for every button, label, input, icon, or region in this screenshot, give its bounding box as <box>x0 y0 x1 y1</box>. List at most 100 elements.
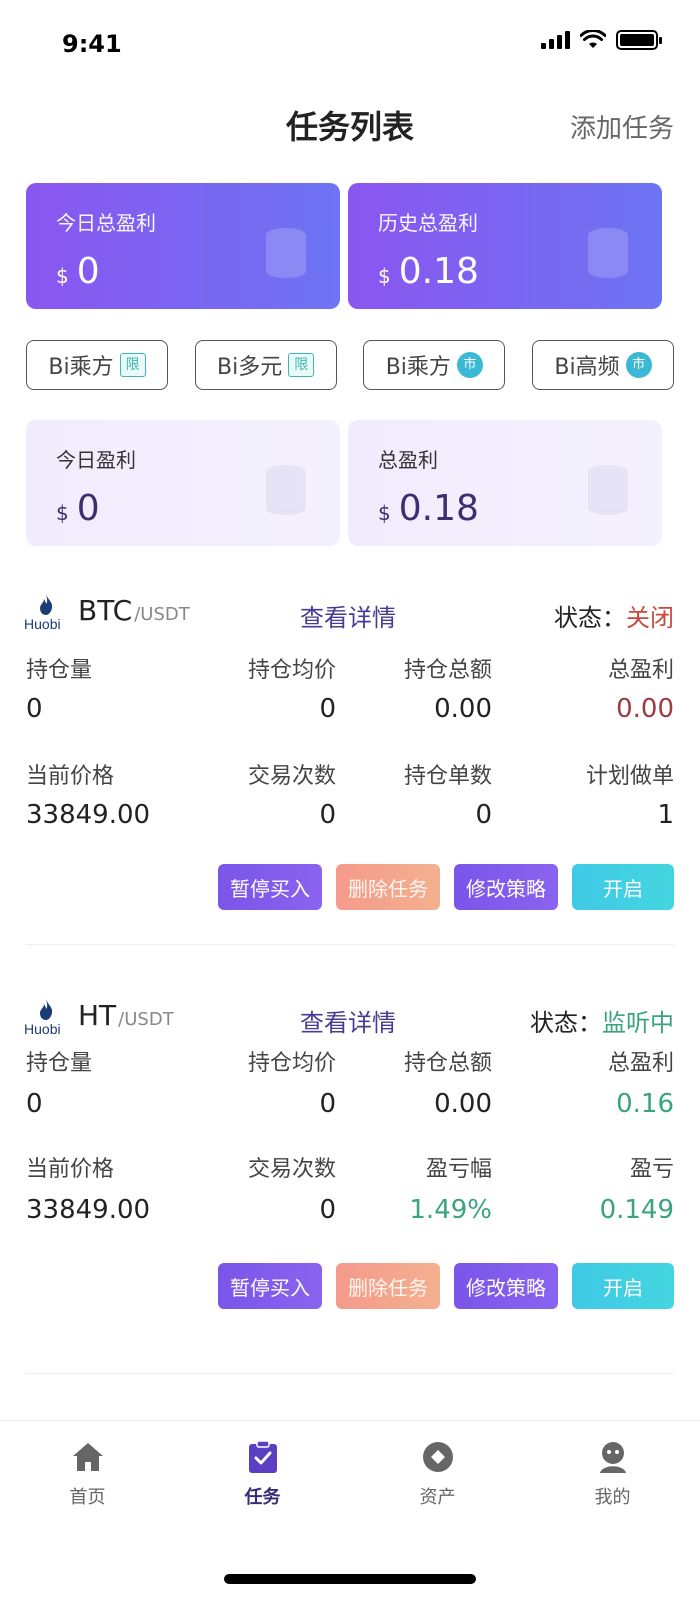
avg-price-value: 0 <box>319 694 336 724</box>
modify-strategy-button[interactable]: 修改策略 <box>454 864 558 910</box>
task-row1-values: 0 0 0.00 0.00 <box>26 694 674 734</box>
trade-count-label: 交易次数 <box>247 764 336 789</box>
strategy-button-bi-gaopin-market[interactable]: Bi高频 市 <box>531 340 674 390</box>
pnl-percent-value: 1.49% <box>409 1195 492 1225</box>
pause-buy-button[interactable]: 暂停买入 <box>218 1263 322 1309</box>
total-profit-card: 总盈利 $ 0.18 <box>348 420 662 546</box>
trade-count-value: 0 <box>319 800 336 830</box>
avg-price-value: 0 <box>319 1089 336 1119</box>
task-row1-values: 0 0 0.00 0.16 <box>26 1089 674 1129</box>
currency-symbol: $ <box>378 264 391 288</box>
task-row2-values: 33849.00 0 1.49% 0.149 <box>26 1195 674 1235</box>
task-clipboard-icon <box>245 1439 281 1475</box>
task-status: 状态：监听中 <box>530 1003 674 1038</box>
signal-icon <box>541 31 570 49</box>
task-row2-labels: 当前价格 交易次数 持仓单数 计划做单 <box>26 758 674 798</box>
bottom-tab-bar: 首页 任务 资产 我的 <box>0 1420 700 1530</box>
today-total-profit-card: 今日总盈利 $ 0 <box>26 183 340 309</box>
pause-buy-button[interactable]: 暂停买入 <box>218 864 322 910</box>
pnl-percent-label: 盈亏幅 <box>425 1157 492 1182</box>
tab-label: 资产 <box>419 1487 456 1508</box>
add-task-button[interactable]: 添加任务 <box>570 108 674 145</box>
wifi-icon <box>580 30 606 48</box>
home-indicator <box>224 1574 476 1584</box>
strategy-button-bi-duoyuan-limit[interactable]: Bi多元 限 <box>194 340 337 390</box>
pair-base: BTC <box>78 594 133 627</box>
task-header: Huobi BTC /USDT 查看详情 状态：关闭 <box>0 588 700 638</box>
card-amount: $ 0 <box>56 488 100 529</box>
card-label: 今日盈利 <box>56 448 136 472</box>
planned-orders-label: 计划做单 <box>585 764 674 789</box>
current-price-label: 当前价格 <box>26 1157 115 1182</box>
start-button[interactable]: 开启 <box>572 864 674 910</box>
card-value: 0.18 <box>398 488 479 529</box>
divider <box>26 1373 674 1374</box>
home-icon <box>70 1439 106 1475</box>
profile-icon <box>595 1439 631 1475</box>
huobi-logo: Huobi <box>24 594 70 634</box>
tab-task[interactable]: 任务 <box>175 1421 350 1530</box>
limit-tag: 限 <box>119 353 146 377</box>
modify-strategy-button[interactable]: 修改策略 <box>454 1263 558 1309</box>
strategy-button-bi-chengfang-market[interactable]: Bi乘方 市 <box>363 340 506 390</box>
avg-price-label: 持仓均价 <box>247 658 336 683</box>
planned-orders-value: 1 <box>657 800 674 830</box>
task-row1-labels: 持仓量 持仓均价 持仓总额 总盈利 <box>26 1045 674 1085</box>
start-button[interactable]: 开启 <box>572 1263 674 1309</box>
history-total-profit-card: 历史总盈利 $ 0.18 <box>348 183 662 309</box>
status-time: 9:41 <box>62 30 122 58</box>
status-icons <box>541 30 662 50</box>
pair-quote: /USDT <box>134 604 190 625</box>
card-amount: $ 0.18 <box>378 488 479 529</box>
strategy-selector: Bi乘方 限 Bi多元 限 Bi乘方 市 Bi高频 市 <box>26 340 674 390</box>
tab-label: 首页 <box>69 1487 106 1508</box>
card-amount: $ 0.18 <box>378 251 479 292</box>
battery-icon <box>616 30 662 50</box>
total-profit-label: 总盈利 <box>607 1051 674 1076</box>
tab-asset[interactable]: 资产 <box>350 1421 525 1530</box>
tab-profile[interactable]: 我的 <box>525 1421 700 1530</box>
strategy-label: Bi乘方 <box>385 355 451 380</box>
status-label: 状态： <box>530 1009 602 1037</box>
tab-home[interactable]: 首页 <box>0 1421 175 1530</box>
pnl-label: 盈亏 <box>629 1157 674 1182</box>
status-label: 状态： <box>554 604 626 632</box>
delete-task-button[interactable]: 删除任务 <box>336 1263 440 1309</box>
task-header: Huobi HT /USDT 查看详情 状态：监听中 <box>0 993 700 1043</box>
trading-pair: BTC /USDT <box>78 594 190 627</box>
strategy-label: Bi高频 <box>554 355 620 380</box>
total-profit-value: 0.16 <box>616 1089 674 1119</box>
market-tag: 市 <box>456 352 483 378</box>
huobi-text: Huobi <box>24 616 61 632</box>
strategy-button-bi-chengfang-limit[interactable]: Bi乘方 限 <box>26 340 168 390</box>
currency-symbol: $ <box>56 264 69 288</box>
total-profit-value: 0.00 <box>616 694 674 724</box>
card-value: 0.18 <box>398 251 479 292</box>
pnl-value: 0.149 <box>599 1195 674 1225</box>
status-bar: 9:41 <box>0 0 700 90</box>
tab-label: 我的 <box>594 1487 631 1508</box>
position-qty-label: 持仓量 <box>26 658 93 683</box>
pair-quote: /USDT <box>118 1009 174 1030</box>
delete-task-button[interactable]: 删除任务 <box>336 864 440 910</box>
strategy-label: Bi多元 <box>217 355 283 380</box>
card-value: 0 <box>76 488 100 529</box>
card-amount: $ 0 <box>56 251 100 292</box>
position-orders-label: 持仓单数 <box>403 764 492 789</box>
position-total-label: 持仓总额 <box>403 1051 492 1076</box>
trading-pair: HT /USDT <box>78 999 174 1032</box>
coins-icon <box>266 465 306 515</box>
coins-icon <box>266 228 306 278</box>
view-detail-link[interactable]: 查看详情 <box>300 1003 396 1038</box>
total-profit-label: 总盈利 <box>607 658 674 683</box>
position-total-label: 持仓总额 <box>403 658 492 683</box>
limit-tag: 限 <box>288 353 315 377</box>
position-qty-value: 0 <box>26 694 43 724</box>
divider <box>26 944 674 945</box>
trade-count-value: 0 <box>319 1195 336 1225</box>
view-detail-link[interactable]: 查看详情 <box>300 598 396 633</box>
currency-symbol: $ <box>56 501 69 525</box>
card-label: 今日总盈利 <box>56 211 156 235</box>
status-value: 关闭 <box>626 604 674 632</box>
status-value: 监听中 <box>602 1009 674 1037</box>
